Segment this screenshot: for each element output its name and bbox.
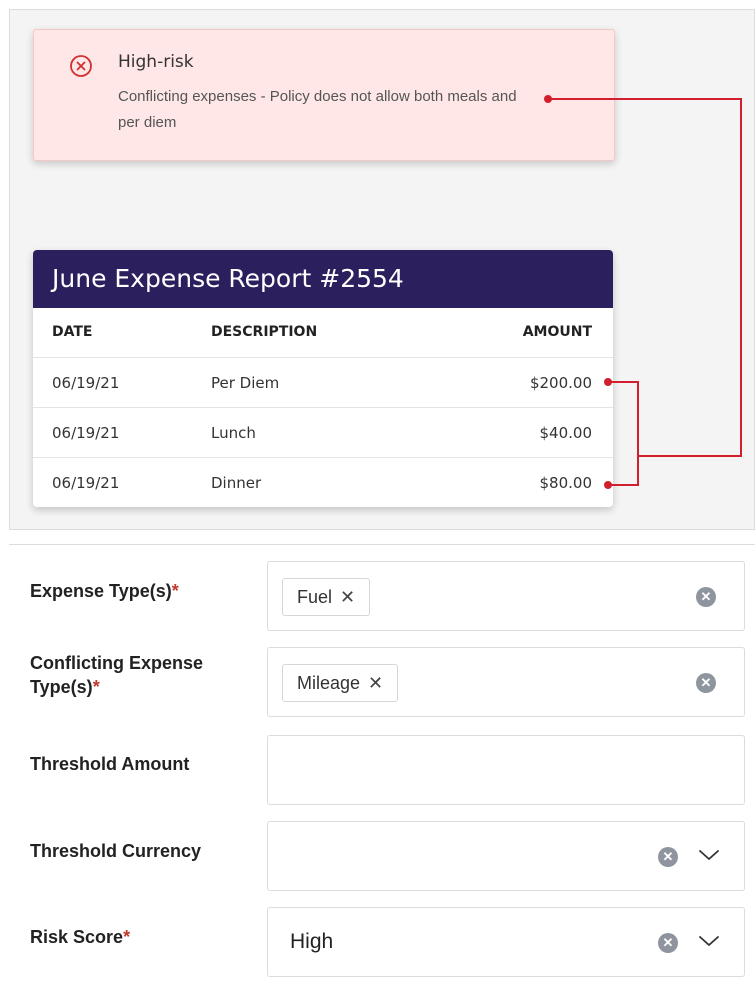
tag-fuel: Fuel ✕ [282, 578, 371, 616]
column-header-amount: AMOUNT [522, 324, 592, 340]
row-date: 06/19/21 [52, 474, 120, 492]
alert-title: High-risk [118, 52, 194, 72]
risk-rule-form: Expense Type(s)* Fuel ✕ ✕ Conflicting Exp… [9, 544, 755, 997]
row-date: 06/19/21 [52, 424, 120, 442]
column-header-description: DESCRIPTION [211, 324, 318, 340]
risk-score-select[interactable]: High ✕ [267, 907, 745, 977]
row-amount: $80.00 [539, 474, 593, 492]
row-amount: $40.00 [539, 424, 593, 442]
chevron-down-icon[interactable] [698, 934, 720, 948]
error-circle-icon [70, 55, 92, 77]
table-header-row: DATE DESCRIPTION AMOUNT [33, 308, 613, 358]
report-title: June Expense Report #2554 [33, 250, 613, 308]
alert-message: Conflicting expenses - Policy does not a… [118, 88, 517, 131]
conflicting-types-label: Conflicting Expense Type(s)* [30, 653, 204, 697]
threshold-currency-select[interactable]: ✕ [267, 821, 745, 891]
clear-icon[interactable]: ✕ [658, 933, 678, 953]
expense-types-field[interactable]: Fuel ✕ ✕ [267, 561, 745, 631]
conflicting-types-field[interactable]: Mileage ✕ ✕ [267, 647, 745, 717]
risk-score-value: High [290, 930, 334, 953]
expense-report-card: June Expense Report #2554 DATE DESCRIPTI… [33, 250, 613, 507]
row-description: Per Diem [211, 374, 280, 392]
threshold-amount-input[interactable] [267, 735, 745, 805]
table-row: 06/19/21 Lunch $40.00 [33, 408, 613, 458]
clear-icon[interactable]: ✕ [696, 673, 716, 693]
expense-types-label: Expense Type(s)* [30, 581, 179, 601]
clear-icon[interactable]: ✕ [658, 847, 678, 867]
table-row: 06/19/21 Per Diem $200.00 [33, 358, 613, 408]
row-description: Dinner [211, 474, 262, 492]
tag-mileage: Mileage ✕ [282, 664, 399, 702]
remove-tag-icon[interactable]: ✕ [368, 673, 383, 693]
threshold-amount-label: Threshold Amount [30, 754, 190, 774]
remove-tag-icon[interactable]: ✕ [340, 587, 355, 607]
risk-score-label: Risk Score* [30, 927, 131, 947]
row-amount: $200.00 [529, 374, 592, 392]
row-date: 06/19/21 [52, 374, 120, 392]
table-row: 06/19/21 Dinner $80.00 [33, 458, 613, 507]
row-description: Lunch [211, 424, 256, 442]
policy-example-panel: High-risk Conflicting expenses - Policy … [9, 9, 755, 530]
chevron-down-icon[interactable] [698, 848, 720, 862]
clear-icon[interactable]: ✕ [696, 587, 716, 607]
high-risk-alert: High-risk Conflicting expenses - Policy … [33, 29, 615, 161]
threshold-currency-label: Threshold Currency [30, 841, 202, 861]
column-header-date: DATE [52, 324, 93, 340]
